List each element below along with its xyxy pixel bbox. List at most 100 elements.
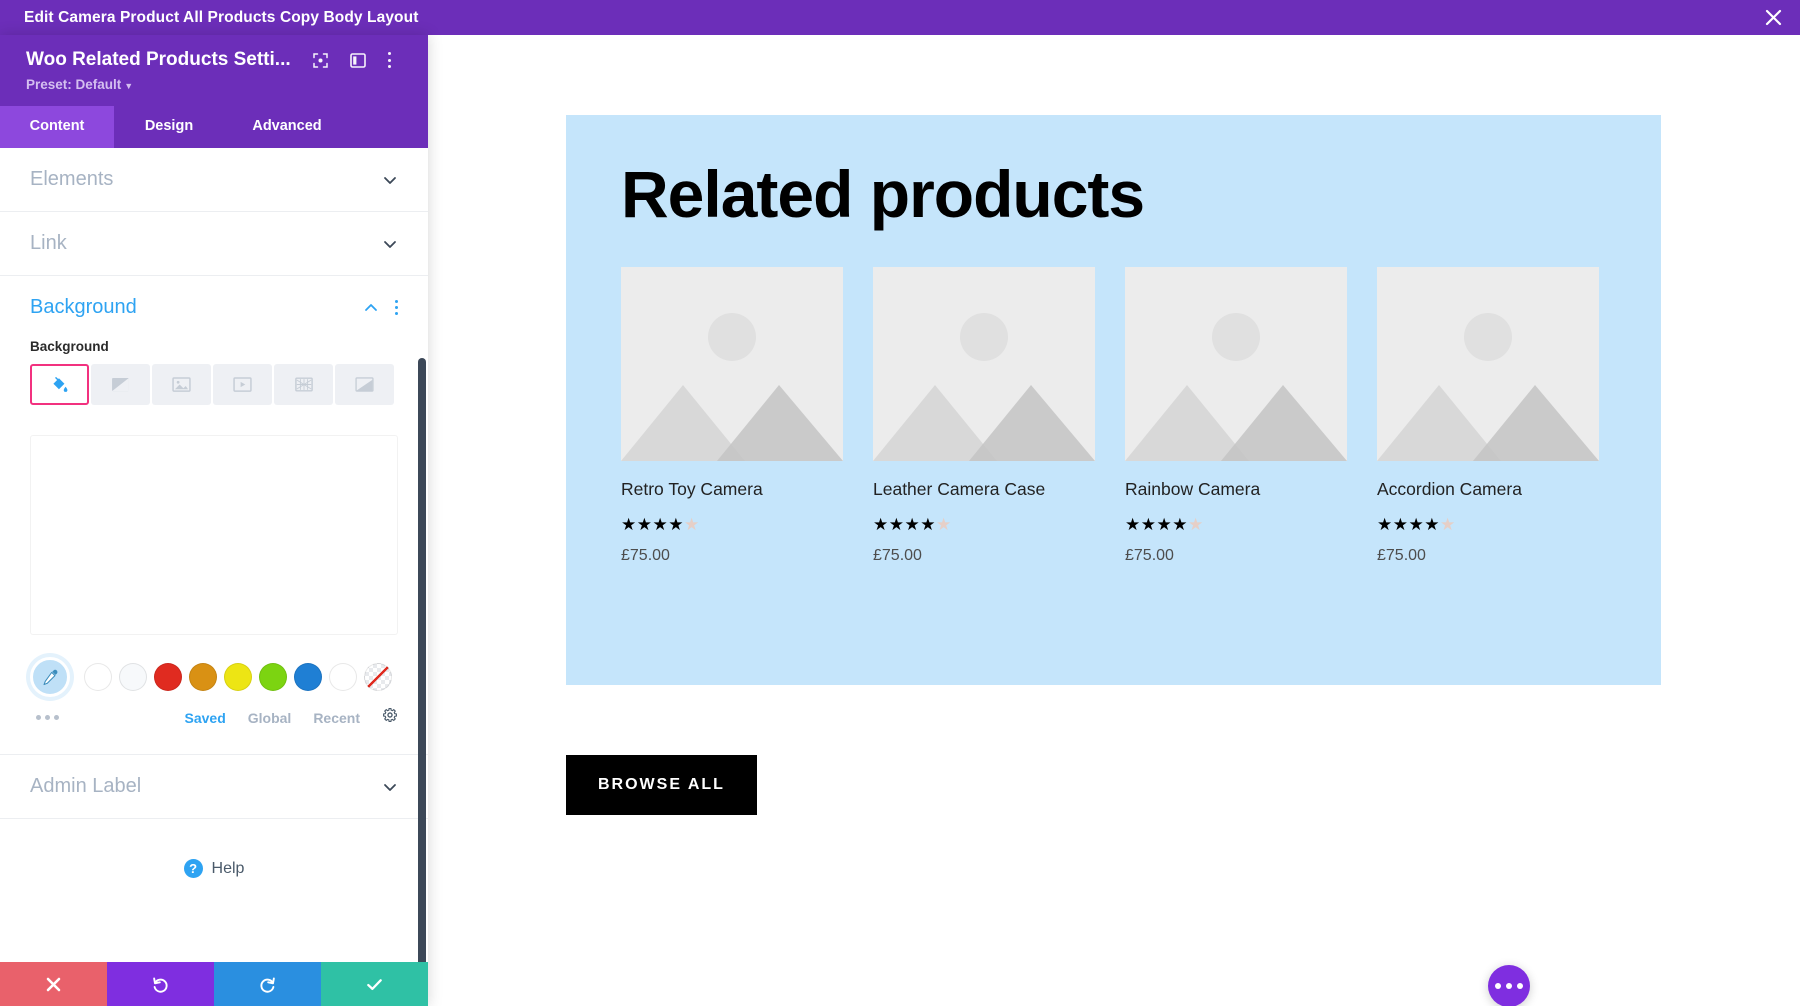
gradient-icon [112,377,129,392]
background-gradient-tab[interactable] [91,364,150,405]
check-icon [367,978,382,990]
browse-all-button[interactable]: BROWSE ALL [566,755,757,815]
swatch-white-2[interactable] [329,663,357,691]
panel-scrollbar[interactable] [418,358,426,962]
swatch-transparent[interactable] [364,663,392,691]
chevron-down-icon [384,783,396,791]
product-grid: Retro Toy Camera ★★★★★ £75.00 Leather Ca… [566,227,1661,565]
help-link[interactable]: ? Help [0,819,428,878]
layout-title: Edit Camera Product All Products Copy Bo… [24,8,419,26]
placeholder-mountain-icon [1125,385,1347,461]
product-price: £75.00 [621,547,670,564]
product-card[interactable]: Leather Camera Case ★★★★★ £75.00 [873,267,1095,565]
fab-dot [1506,983,1512,989]
placeholder-circle-icon [1212,313,1260,361]
focus-target-icon[interactable] [312,52,328,68]
redo-icon [260,976,275,993]
product-title[interactable]: Rainbow Camera [1125,461,1347,500]
product-image-placeholder [873,267,1095,461]
color-swatch-row [0,635,428,697]
swatch-orange[interactable] [189,663,217,691]
gear-icon[interactable] [382,707,398,728]
preset-selector[interactable]: Preset: Default ▼ [0,71,428,106]
section-background-label: Background [30,296,137,318]
preset-label: Preset: Default [26,77,122,92]
paint-bucket-icon [53,377,68,392]
panel-body: Elements Link Background Background Save… [0,148,428,962]
tab-content[interactable]: Content [0,106,114,148]
settings-tabs: Content Design Advanced [0,106,428,148]
help-label: Help [211,859,245,877]
saved-colors-link[interactable]: Saved [185,710,226,726]
divi-visual-builder: Edit Camera Product All Products Copy Bo… [0,0,1800,1006]
swatch-white[interactable] [84,663,112,691]
swatch-offwhite[interactable] [119,663,147,691]
chevron-down-icon: ▼ [124,81,134,91]
background-field-label: Background [30,339,109,354]
product-card[interactable]: Retro Toy Camera ★★★★★ £75.00 [621,267,843,565]
swatch-yellow[interactable] [224,663,252,691]
placeholder-mountain-icon [873,385,1095,461]
panel-header: Woo Related Products Setti... Preset: De… [0,35,428,148]
chevron-up-icon[interactable] [363,300,379,316]
section-admin-label[interactable]: Admin Label [0,755,428,819]
tab-design[interactable]: Design [114,106,224,148]
section-link[interactable]: Link [0,212,428,276]
background-color-tab[interactable] [30,364,89,405]
more-dots-icon[interactable] [36,715,59,720]
product-price: £75.00 [1377,547,1426,564]
background-type-tabs [0,364,428,405]
close-icon[interactable] [1746,0,1800,35]
section-background: Background Background Saved Global Recen… [0,276,428,755]
section-options-icon[interactable] [395,300,398,315]
product-title[interactable]: Leather Camera Case [873,461,1095,500]
page-preview-canvas: Related products Retro Toy Camera ★★★★★ … [428,35,1800,1006]
background-pattern-tab[interactable] [274,364,333,405]
close-icon [46,977,61,991]
product-rating: ★★★★★ [873,515,952,534]
undo-button[interactable] [107,962,214,1006]
global-colors-link[interactable]: Global [248,710,292,726]
cancel-button[interactable] [0,962,107,1006]
swatch-blue[interactable] [294,663,322,691]
product-title[interactable]: Retro Toy Camera [621,461,843,500]
mask-icon [355,377,374,392]
eyedropper-icon[interactable] [30,657,70,697]
layout-panel-icon[interactable] [349,52,366,68]
swatch-red[interactable] [154,663,182,691]
placeholder-mountain-icon [1377,385,1599,461]
background-mask-tab[interactable] [335,364,394,405]
tab-advanced[interactable]: Advanced [224,106,350,148]
redo-button[interactable] [214,962,321,1006]
placeholder-circle-icon [1464,313,1512,361]
placeholder-mountain-icon [621,385,843,461]
section-elements[interactable]: Elements [0,148,428,212]
chevron-down-icon [384,240,396,248]
top-title-bar: Edit Camera Product All Products Copy Bo… [0,0,1800,35]
background-video-tab[interactable] [213,364,272,405]
chevron-down-icon [384,176,396,184]
placeholder-circle-icon [708,313,756,361]
swatch-meta-row: Saved Global Recent [0,697,428,728]
save-button[interactable] [321,962,428,1006]
selected-color-preview[interactable] [30,435,398,635]
fab-dot [1517,983,1523,989]
video-icon [233,377,252,392]
panel-title: Woo Related Products Setti... [26,49,291,70]
product-rating: ★★★★★ [1125,515,1204,534]
product-card[interactable]: Rainbow Camera ★★★★★ £75.00 [1125,267,1347,565]
recent-colors-link[interactable]: Recent [313,710,360,726]
product-title[interactable]: Accordion Camera [1377,461,1599,500]
swatch-green[interactable] [259,663,287,691]
section-link-label: Link [30,232,67,254]
related-products-heading: Related products [621,157,1145,231]
kebab-menu-icon[interactable] [387,52,391,68]
fab-dot [1495,983,1501,989]
placeholder-circle-icon [960,313,1008,361]
product-card[interactable]: Accordion Camera ★★★★★ £75.00 [1377,267,1599,565]
related-products-section[interactable]: Related products Retro Toy Camera ★★★★★ … [566,115,1661,685]
page-settings-fab[interactable] [1488,965,1530,1006]
pattern-icon [294,377,313,392]
section-background-toggle[interactable]: Background [0,276,428,339]
background-image-tab[interactable] [152,364,211,405]
